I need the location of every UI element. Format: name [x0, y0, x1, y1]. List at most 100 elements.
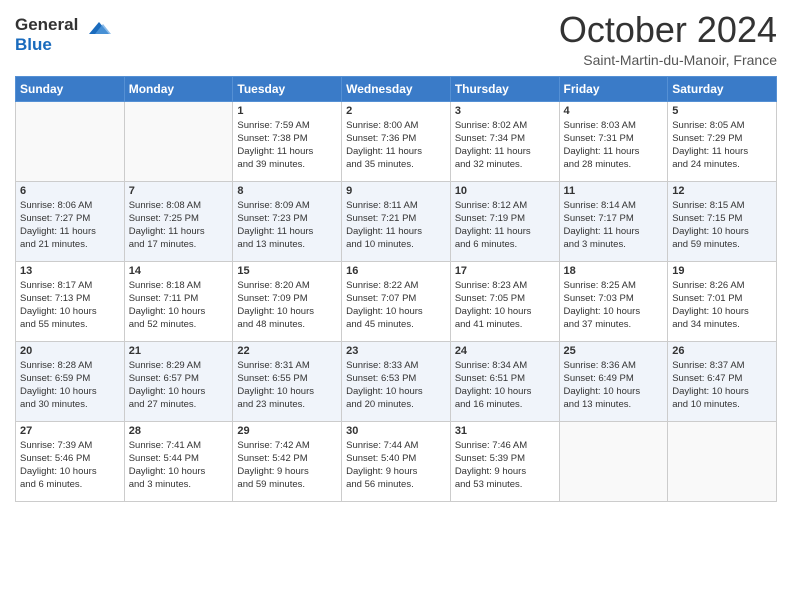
- day-cell: 10 Sunrise: 8:12 AM Sunset: 7:19 PM Dayli…: [450, 181, 559, 261]
- title-block: October 2024 Saint-Martin-du-Manoir, Fra…: [559, 10, 777, 68]
- day-number: 3: [455, 105, 555, 117]
- col-wednesday: Wednesday: [342, 76, 451, 101]
- day-number: 7: [129, 185, 229, 197]
- day-number: 22: [237, 345, 337, 357]
- day-info: Sunrise: 8:02 AM Sunset: 7:34 PM Dayligh…: [455, 119, 555, 172]
- day-info: Sunrise: 8:37 AM Sunset: 6:47 PM Dayligh…: [672, 359, 772, 412]
- day-cell: 11 Sunrise: 8:14 AM Sunset: 7:17 PM Dayli…: [559, 181, 668, 261]
- day-cell: 4 Sunrise: 8:03 AM Sunset: 7:31 PM Daylig…: [559, 101, 668, 181]
- day-info: Sunrise: 8:36 AM Sunset: 6:49 PM Dayligh…: [564, 359, 664, 412]
- day-cell: 7 Sunrise: 8:08 AM Sunset: 7:25 PM Daylig…: [124, 181, 233, 261]
- day-number: 8: [237, 185, 337, 197]
- day-cell: 9 Sunrise: 8:11 AM Sunset: 7:21 PM Daylig…: [342, 181, 451, 261]
- day-number: 18: [564, 265, 664, 277]
- day-number: 1: [237, 105, 337, 117]
- day-number: 21: [129, 345, 229, 357]
- day-number: 9: [346, 185, 446, 197]
- day-number: 28: [129, 425, 229, 437]
- day-number: 13: [20, 265, 120, 277]
- day-number: 5: [672, 105, 772, 117]
- day-info: Sunrise: 8:20 AM Sunset: 7:09 PM Dayligh…: [237, 279, 337, 332]
- col-friday: Friday: [559, 76, 668, 101]
- day-cell: 8 Sunrise: 8:09 AM Sunset: 7:23 PM Daylig…: [233, 181, 342, 261]
- day-info: Sunrise: 8:08 AM Sunset: 7:25 PM Dayligh…: [129, 199, 229, 252]
- day-number: 30: [346, 425, 446, 437]
- col-tuesday: Tuesday: [233, 76, 342, 101]
- logo: General Blue: [15, 15, 113, 54]
- day-cell: 15 Sunrise: 8:20 AM Sunset: 7:09 PM Dayli…: [233, 261, 342, 341]
- day-cell: 2 Sunrise: 8:00 AM Sunset: 7:36 PM Daylig…: [342, 101, 451, 181]
- day-info: Sunrise: 8:22 AM Sunset: 7:07 PM Dayligh…: [346, 279, 446, 332]
- day-number: 23: [346, 345, 446, 357]
- day-number: 10: [455, 185, 555, 197]
- day-info: Sunrise: 8:12 AM Sunset: 7:19 PM Dayligh…: [455, 199, 555, 252]
- week-row-4: 20Sunrise: 8:28 AM Sunset: 6:59 PM Dayli…: [16, 341, 777, 421]
- day-info: Sunrise: 7:39 AM Sunset: 5:46 PM Dayligh…: [20, 439, 120, 492]
- day-cell: 20Sunrise: 8:28 AM Sunset: 6:59 PM Dayli…: [16, 341, 125, 421]
- day-number: 31: [455, 425, 555, 437]
- day-number: 26: [672, 345, 772, 357]
- day-number: 2: [346, 105, 446, 117]
- day-info: Sunrise: 8:00 AM Sunset: 7:36 PM Dayligh…: [346, 119, 446, 172]
- day-cell: 16Sunrise: 8:22 AM Sunset: 7:07 PM Dayli…: [342, 261, 451, 341]
- month-title: October 2024: [559, 10, 777, 50]
- day-info: Sunrise: 8:25 AM Sunset: 7:03 PM Dayligh…: [564, 279, 664, 332]
- day-cell: 29 Sunrise: 7:42 AM Sunset: 5:42 PM Dayli…: [233, 421, 342, 501]
- day-cell: 28 Sunrise: 7:41 AM Sunset: 5:44 PM Dayli…: [124, 421, 233, 501]
- day-info: Sunrise: 7:42 AM Sunset: 5:42 PM Dayligh…: [237, 439, 337, 492]
- day-cell: 12Sunrise: 8:15 AM Sunset: 7:15 PM Dayli…: [668, 181, 777, 261]
- day-cell: 17 Sunrise: 8:23 AM Sunset: 7:05 PM Dayli…: [450, 261, 559, 341]
- day-info: Sunrise: 8:18 AM Sunset: 7:11 PM Dayligh…: [129, 279, 229, 332]
- day-info: Sunrise: 8:05 AM Sunset: 7:29 PM Dayligh…: [672, 119, 772, 172]
- logo-icon: [81, 14, 113, 46]
- day-number: 17: [455, 265, 555, 277]
- day-cell: 3 Sunrise: 8:02 AM Sunset: 7:34 PM Daylig…: [450, 101, 559, 181]
- header: General Blue October 2024 Saint-Martin-d…: [15, 10, 777, 68]
- day-cell: 14 Sunrise: 8:18 AM Sunset: 7:11 PM Dayli…: [124, 261, 233, 341]
- day-cell: 30 Sunrise: 7:44 AM Sunset: 5:40 PM Dayli…: [342, 421, 451, 501]
- day-cell: 13 Sunrise: 8:17 AM Sunset: 7:13 PM Dayli…: [16, 261, 125, 341]
- day-number: 29: [237, 425, 337, 437]
- col-saturday: Saturday: [668, 76, 777, 101]
- day-info: Sunrise: 7:44 AM Sunset: 5:40 PM Dayligh…: [346, 439, 446, 492]
- day-cell: 19 Sunrise: 8:26 AM Sunset: 7:01 PM Dayli…: [668, 261, 777, 341]
- day-cell: 22 Sunrise: 8:31 AM Sunset: 6:55 PM Dayli…: [233, 341, 342, 421]
- day-info: Sunrise: 8:11 AM Sunset: 7:21 PM Dayligh…: [346, 199, 446, 252]
- day-cell: 26 Sunrise: 8:37 AM Sunset: 6:47 PM Dayli…: [668, 341, 777, 421]
- day-info: Sunrise: 8:09 AM Sunset: 7:23 PM Dayligh…: [237, 199, 337, 252]
- day-cell: 21 Sunrise: 8:29 AM Sunset: 6:57 PM Dayli…: [124, 341, 233, 421]
- col-sunday: Sunday: [16, 76, 125, 101]
- day-cell: 25Sunrise: 8:36 AM Sunset: 6:49 PM Dayli…: [559, 341, 668, 421]
- day-info: Sunrise: 8:03 AM Sunset: 7:31 PM Dayligh…: [564, 119, 664, 172]
- day-info: Sunrise: 8:33 AM Sunset: 6:53 PM Dayligh…: [346, 359, 446, 412]
- week-row-1: 1Sunrise: 7:59 AM Sunset: 7:38 PM Daylig…: [16, 101, 777, 181]
- day-number: 12: [672, 185, 772, 197]
- col-thursday: Thursday: [450, 76, 559, 101]
- day-info: Sunrise: 8:29 AM Sunset: 6:57 PM Dayligh…: [129, 359, 229, 412]
- day-cell: 18 Sunrise: 8:25 AM Sunset: 7:03 PM Dayli…: [559, 261, 668, 341]
- day-number: 15: [237, 265, 337, 277]
- header-row: Sunday Monday Tuesday Wednesday Thursday…: [16, 76, 777, 101]
- day-number: 19: [672, 265, 772, 277]
- day-info: Sunrise: 7:41 AM Sunset: 5:44 PM Dayligh…: [129, 439, 229, 492]
- day-cell: 23 Sunrise: 8:33 AM Sunset: 6:53 PM Dayli…: [342, 341, 451, 421]
- day-info: Sunrise: 8:26 AM Sunset: 7:01 PM Dayligh…: [672, 279, 772, 332]
- day-number: 14: [129, 265, 229, 277]
- day-number: 27: [20, 425, 120, 437]
- day-cell: [559, 421, 668, 501]
- day-info: Sunrise: 8:14 AM Sunset: 7:17 PM Dayligh…: [564, 199, 664, 252]
- week-row-5: 27 Sunrise: 7:39 AM Sunset: 5:46 PM Dayli…: [16, 421, 777, 501]
- day-number: 11: [564, 185, 664, 197]
- day-cell: 31 Sunrise: 7:46 AM Sunset: 5:39 PM Dayli…: [450, 421, 559, 501]
- day-info: Sunrise: 8:23 AM Sunset: 7:05 PM Dayligh…: [455, 279, 555, 332]
- calendar-page: General Blue October 2024 Saint-Martin-d…: [0, 0, 792, 612]
- day-info: Sunrise: 8:17 AM Sunset: 7:13 PM Dayligh…: [20, 279, 120, 332]
- day-info: Sunrise: 7:46 AM Sunset: 5:39 PM Dayligh…: [455, 439, 555, 492]
- day-number: 4: [564, 105, 664, 117]
- day-info: Sunrise: 8:31 AM Sunset: 6:55 PM Dayligh…: [237, 359, 337, 412]
- day-info: Sunrise: 8:28 AM Sunset: 6:59 PM Dayligh…: [20, 359, 120, 412]
- day-cell: 24Sunrise: 8:34 AM Sunset: 6:51 PM Dayli…: [450, 341, 559, 421]
- logo-line2: Blue: [15, 35, 52, 54]
- logo-line1: General: [15, 15, 78, 34]
- col-monday: Monday: [124, 76, 233, 101]
